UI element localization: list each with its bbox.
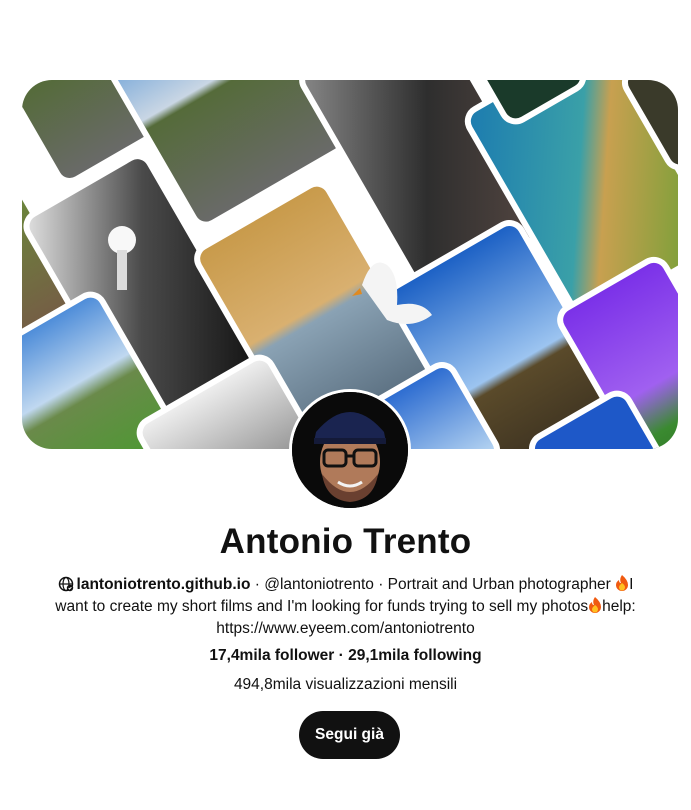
profile-bio: lantoniotrento.github.io · @lantoniotren… bbox=[40, 574, 651, 640]
bio-separator: · bbox=[250, 576, 265, 593]
profile-name: Antonio Trento bbox=[219, 522, 472, 561]
followers-count[interactable]: 17,4mila follower bbox=[209, 647, 334, 664]
follow-button[interactable]: Segui già bbox=[299, 711, 400, 759]
bio-separator: · bbox=[373, 576, 388, 593]
profile-avatar[interactable] bbox=[289, 389, 411, 511]
following-count[interactable]: 29,1mila following bbox=[348, 647, 482, 664]
follow-stats: 17,4mila follower · 29,1mila following bbox=[0, 647, 691, 665]
fire-emoji-icon bbox=[616, 575, 629, 591]
monthly-views: 494,8mila visualizzazioni mensili bbox=[233, 676, 458, 693]
stats-separator: · bbox=[334, 647, 349, 664]
avatar-image bbox=[292, 392, 408, 508]
globe-icon bbox=[58, 576, 73, 592]
fire-emoji-icon bbox=[589, 597, 602, 613]
website-link[interactable]: lantoniotrento.github.io bbox=[77, 576, 251, 593]
profile-handle: @lantoniotrento bbox=[264, 576, 374, 593]
bio-text-1: Portrait and Urban photographer bbox=[387, 576, 616, 593]
